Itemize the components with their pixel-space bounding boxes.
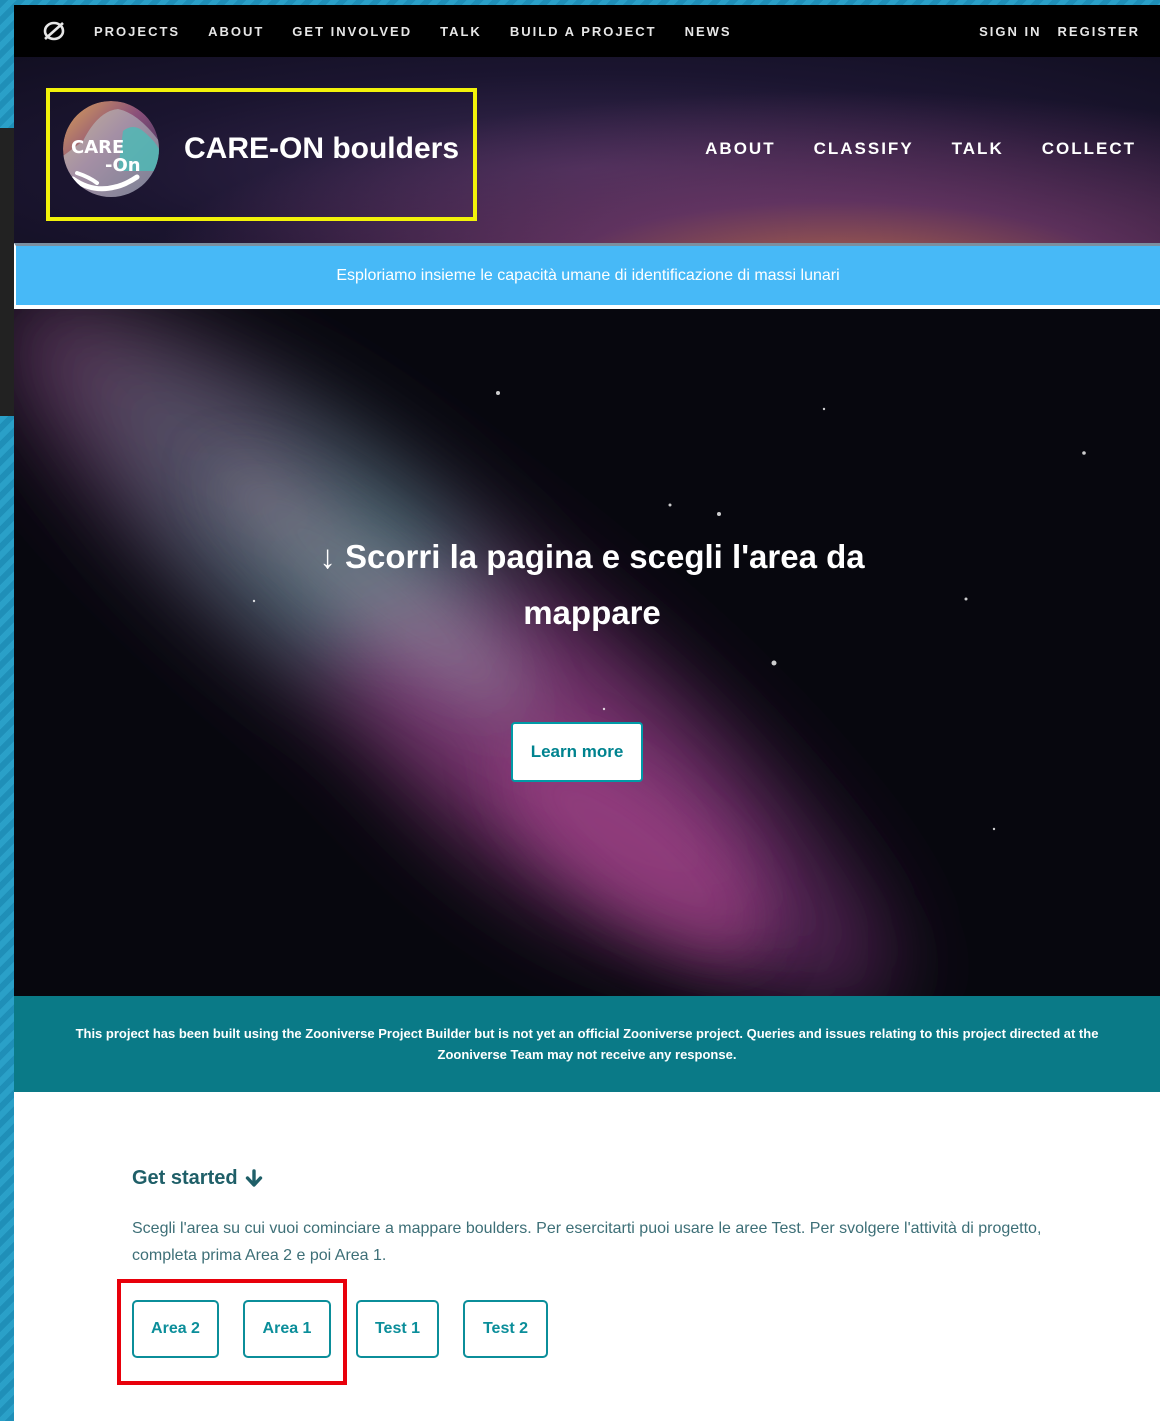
project-nav-talk[interactable]: TALK	[952, 139, 1004, 159]
get-started-title: Get started	[132, 1167, 238, 1189]
sign-in-link[interactable]: SIGN IN	[979, 24, 1041, 39]
zooniverse-logo-icon[interactable]	[42, 19, 66, 43]
learn-more-button[interactable]: Learn more	[511, 722, 643, 782]
project-nav-about[interactable]: ABOUT	[705, 139, 775, 159]
project-nav-classify[interactable]: CLASSIFY	[814, 139, 914, 159]
register-link[interactable]: REGISTER	[1058, 24, 1140, 39]
zooniverse-top-nav: PROJECTS ABOUT GET INVOLVED TALK BUILD A…	[14, 5, 1160, 57]
workflow-test-2-button[interactable]: Test 2	[463, 1300, 548, 1358]
nav-talk-link[interactable]: TALK	[440, 24, 482, 39]
milky-way-background	[14, 309, 1160, 996]
nav-projects-link[interactable]: PROJECTS	[94, 24, 180, 39]
hero-title-line-1: ↓ Scorri la pagina e scegli l'area da	[319, 538, 865, 575]
announcement-text: Esploriamo insieme le capacità umane di …	[336, 266, 840, 284]
announcement-banner: Esploriamo insieme le capacità umane di …	[14, 243, 1160, 307]
hero-title: ↓ Scorri la pagina e scegli l'area da ma…	[14, 529, 1160, 641]
hero-title-line-2: mappare	[523, 594, 661, 631]
project-page: PROJECTS ABOUT GET INVOLVED TALK BUILD A…	[14, 5, 1160, 1421]
nav-build-project-link[interactable]: BUILD A PROJECT	[510, 24, 657, 39]
arrow-down-icon	[245, 1168, 262, 1187]
get-started-heading: Get started	[132, 1167, 264, 1190]
nav-get-involved-link[interactable]: GET INVOLVED	[292, 24, 412, 39]
yellow-highlight-box	[46, 88, 477, 221]
background-panel	[0, 128, 14, 416]
project-nav-collect[interactable]: COLLECT	[1042, 139, 1136, 159]
nav-news-link[interactable]: NEWS	[685, 24, 732, 39]
disclaimer-text: This project has been built using the Zo…	[75, 1026, 1099, 1062]
red-highlight-box	[117, 1279, 347, 1385]
project-header: CARE -On CARE-ON boulders ABOUT CLASSIFY…	[14, 57, 1160, 243]
get-started-description: Scegli l'area su cui vuoi cominciare a m…	[132, 1220, 1042, 1264]
disclaimer-banner: This project has been built using the Zo…	[14, 996, 1160, 1092]
workflow-test-1-button[interactable]: Test 1	[356, 1300, 439, 1358]
hero-section: ↓ Scorri la pagina e scegli l'area da ma…	[14, 309, 1160, 996]
nav-about-link[interactable]: ABOUT	[208, 24, 264, 39]
project-nav: ABOUT CLASSIFY TALK COLLECT	[705, 139, 1136, 159]
